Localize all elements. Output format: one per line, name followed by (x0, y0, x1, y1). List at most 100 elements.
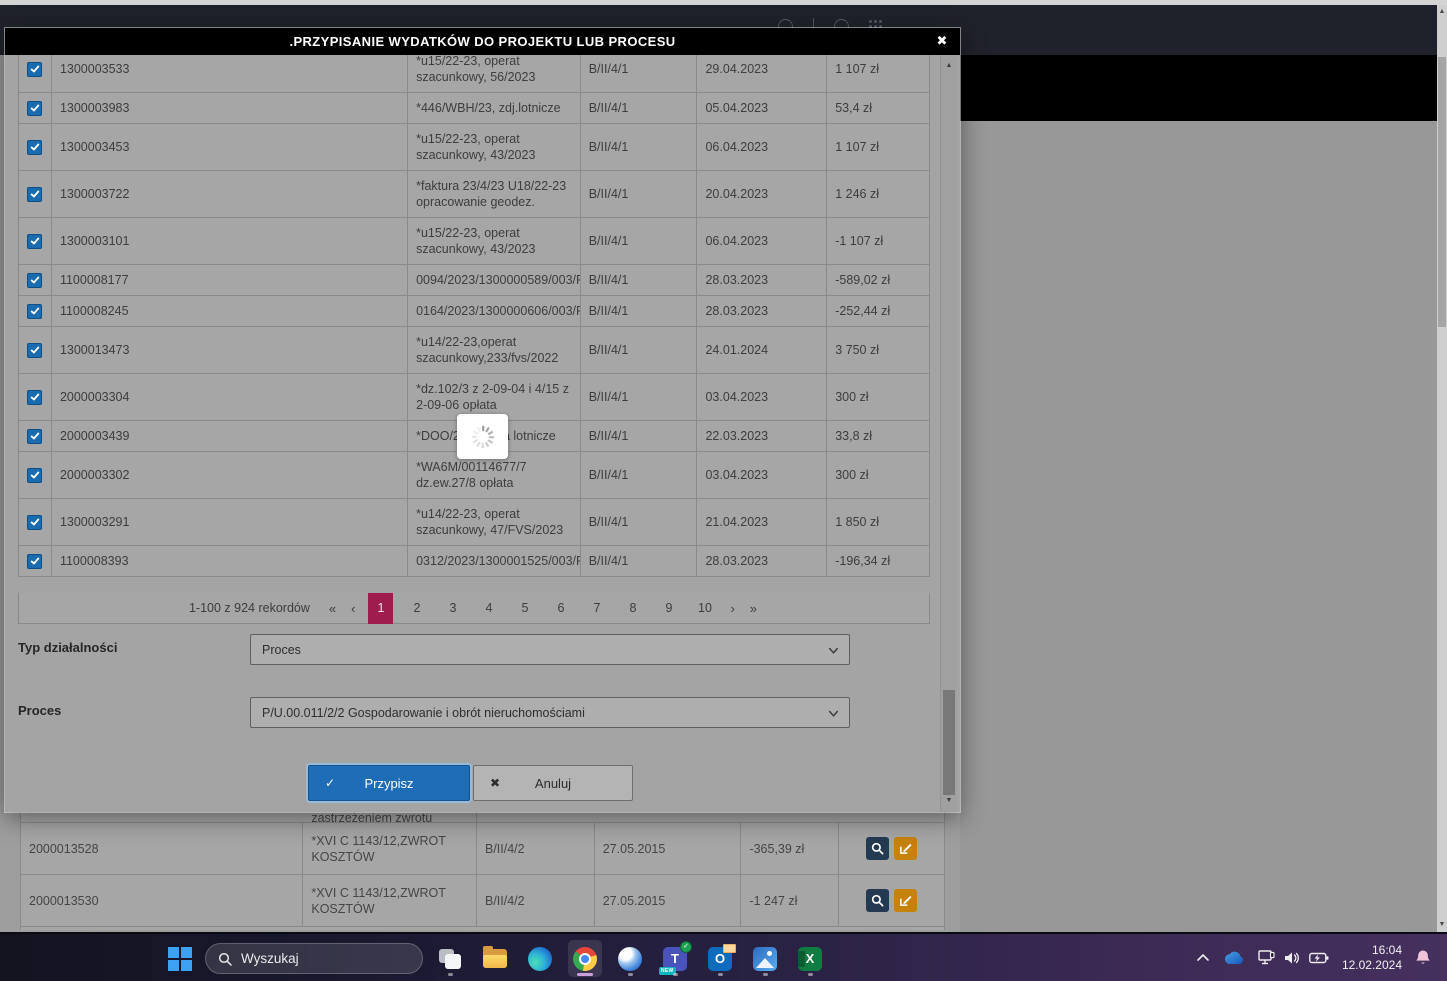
row-checkbox-checked[interactable] (27, 429, 42, 444)
page-number[interactable]: 5 (512, 593, 537, 624)
chat-app-button[interactable] (613, 940, 647, 977)
expense-description: *u14/22-23,operat szacunkowy,233/fvs/202… (408, 327, 581, 373)
expense-date: 28.03.2023 (697, 265, 827, 295)
view-details-button[interactable] (866, 889, 889, 912)
row-checkbox-checked[interactable] (27, 101, 42, 116)
page-number[interactable]: 2 (404, 593, 429, 624)
onedrive-icon[interactable] (1223, 951, 1245, 965)
process-select[interactable]: P/U.00.011/2/2 Gospodarowanie i obrót ni… (250, 697, 850, 728)
expense-description: 0094/2023/1300000589/003/FZ (408, 265, 581, 295)
scroll-down-arrow[interactable]: ▼ (941, 794, 957, 808)
expense-amount: -1 107 zł (827, 218, 929, 264)
row-checkbox-checked[interactable] (27, 468, 42, 483)
page-number[interactable]: 7 (584, 593, 609, 624)
expense-amount: -196,34 zł (827, 546, 929, 576)
expense-description: *XVI C 1143/12,ZWROT KOSZTÓW (303, 875, 477, 926)
page-number[interactable]: 1 (368, 593, 393, 624)
expense-date: 28.03.2023 (697, 546, 827, 576)
expense-amount: 53,4 zł (827, 93, 929, 123)
edge-button[interactable] (523, 940, 557, 977)
expense-date: 27.05.2015 (595, 875, 742, 926)
outlook-button[interactable]: O (703, 940, 737, 977)
notification-bell-icon[interactable] (1415, 949, 1431, 966)
expense-date: 06.04.2023 (697, 218, 827, 264)
page-hero-dimmed (960, 55, 1447, 121)
photos-button[interactable] (748, 940, 782, 977)
process-value: P/U.00.011/2/2 Gospodarowanie i obrót ni… (262, 706, 585, 720)
expense-date: 05.04.2023 (697, 93, 827, 123)
page-number[interactable]: 4 (476, 593, 501, 624)
photos-icon (753, 947, 777, 971)
cancel-button[interactable]: ✖ Anuluj (473, 765, 633, 801)
envelope-icon (723, 944, 736, 953)
expense-id: 2000003302 (52, 452, 408, 498)
expense-amount: 3 750 zł (827, 327, 929, 373)
scroll-down-arrow[interactable]: ▼ (1437, 919, 1447, 931)
expense-id: 2000003439 (52, 421, 408, 451)
page-number[interactable]: 10 (692, 593, 717, 624)
close-icon[interactable]: ✖ (933, 32, 951, 50)
expense-code: B/II/4/1 (581, 296, 698, 326)
row-checkbox-checked[interactable] (27, 140, 42, 155)
tray-chevron-up-icon[interactable] (1196, 953, 1210, 962)
teams-icon: T NEW ✓ (663, 947, 687, 971)
chrome-button[interactable] (568, 940, 602, 977)
expense-date: 28.03.2023 (697, 296, 827, 326)
modal-scrollbar[interactable]: ▲ ▼ (940, 55, 957, 812)
expense-code: B/II/4/1 (581, 218, 698, 264)
expense-id: 2000003304 (52, 374, 408, 420)
expense-date: 03.04.2023 (697, 374, 827, 420)
pagination-first[interactable]: « (327, 601, 338, 616)
table-row: 2000003302 *WA6M/00114677/7 dz.ew.27/8 o… (19, 452, 929, 499)
battery-icon[interactable] (1309, 952, 1329, 964)
row-checkbox-checked[interactable] (27, 304, 42, 319)
row-checkbox-checked[interactable] (27, 554, 42, 569)
assign-button[interactable]: ✓ Przypisz (308, 765, 470, 801)
page-number[interactable]: 3 (440, 593, 465, 624)
row-checkbox-checked[interactable] (27, 273, 42, 288)
row-checkbox-checked[interactable] (27, 62, 42, 77)
outlook-icon: O (708, 947, 732, 971)
scrollbar-thumb[interactable] (1438, 57, 1446, 327)
expense-code: B/II/4/2 (477, 823, 595, 874)
file-explorer-button[interactable] (478, 940, 512, 977)
page-number[interactable]: 6 (548, 593, 573, 624)
row-checkbox-checked[interactable] (27, 515, 42, 530)
pagination-prev[interactable]: ‹ (349, 601, 357, 616)
teams-button[interactable]: T NEW ✓ (658, 940, 692, 977)
network-icon[interactable] (1258, 950, 1275, 965)
excel-button[interactable]: X (793, 940, 827, 977)
task-view-button[interactable] (433, 940, 467, 977)
table-row: 1300003101 *u15/22-23, operat szacunkowy… (19, 218, 929, 265)
activity-type-select[interactable]: Proces (250, 634, 850, 665)
taskbar-apps: T NEW ✓ O X (433, 940, 827, 977)
row-checkbox-checked[interactable] (27, 234, 42, 249)
expense-id: 1300003983 (52, 93, 408, 123)
browser-scrollbar[interactable]: ▲ ▼ (1437, 5, 1447, 932)
expense-amount: -252,44 zł (827, 296, 929, 326)
page-content-dimmed (960, 121, 1437, 932)
scrollbar-thumb[interactable] (943, 690, 955, 795)
pagination-next[interactable]: › (728, 601, 736, 616)
page-number[interactable]: 9 (656, 593, 681, 624)
row-checkbox-checked[interactable] (27, 390, 42, 405)
row-checkbox-checked[interactable] (27, 187, 42, 202)
clock-time: 16:04 (1342, 943, 1402, 958)
edit-button[interactable] (894, 837, 917, 860)
taskbar-clock[interactable]: 16:04 12.02.2024 (1342, 943, 1402, 973)
chrome-icon (573, 947, 597, 971)
volume-icon[interactable] (1284, 951, 1300, 965)
expense-date: 24.01.2024 (697, 327, 827, 373)
scroll-up-arrow[interactable]: ▲ (941, 59, 957, 73)
page-number[interactable]: 8 (620, 593, 645, 624)
edit-button[interactable] (894, 889, 917, 912)
scroll-up-arrow[interactable]: ▲ (1437, 6, 1447, 18)
row-checkbox-checked[interactable] (27, 343, 42, 358)
modal-title: .PRZYPISANIE WYDATKÓW DO PROJEKTU LUB PR… (289, 34, 675, 49)
view-details-button[interactable] (866, 837, 889, 860)
pagination-last[interactable]: » (748, 601, 759, 616)
taskbar-search[interactable]: Wyszukaj (205, 943, 423, 974)
modal-header: .PRZYPISANIE WYDATKÓW DO PROJEKTU LUB PR… (5, 28, 960, 55)
start-button[interactable] (168, 947, 192, 971)
taskbar: Wyszukaj T (0, 932, 1447, 981)
